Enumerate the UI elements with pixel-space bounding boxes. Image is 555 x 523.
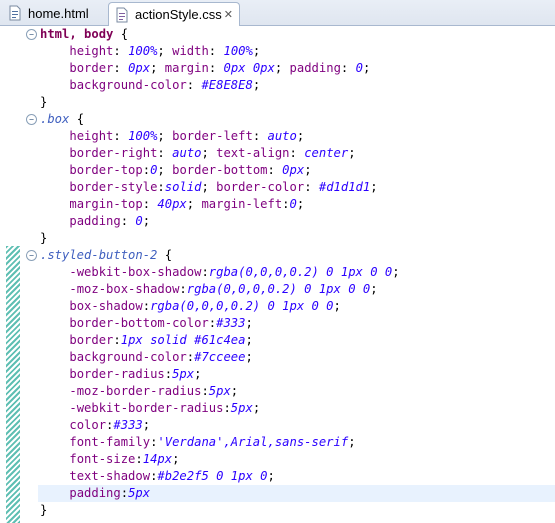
fold-toggle-icon[interactable]: − [26,29,37,40]
change-marker-bar [6,246,20,523]
editor-tab-bar: home.html actionStyle.css ✕ [0,0,555,26]
fold-toggle-icon[interactable]: − [26,114,37,125]
code-line[interactable]: margin-top: 40px; margin-left:0; [40,196,304,213]
code-line[interactable]: background-color:#7cceee; [40,349,252,366]
code-line[interactable]: border: 0px; margin: 0px 0px; padding: 0… [40,60,370,77]
code-line[interactable]: border:1px solid #61c4ea; [40,332,252,349]
code-line[interactable]: color:#333; [40,417,150,434]
code-line[interactable]: -webkit-box-shadow:rgba(0,0,0,0.2) 0 1px… [40,264,399,281]
close-tab-icon[interactable]: ✕ [224,8,233,21]
code-line[interactable]: height: 100%; border-left: auto; [40,128,304,145]
tab-label: home.html [28,5,89,21]
css-file-icon [116,7,128,22]
code-line[interactable]: } [40,502,47,519]
code-line[interactable]: border-style:solid; border-color: #d1d1d… [40,179,377,196]
html-file-icon [9,5,21,21]
code-line[interactable]: text-shadow:#b2e2f5 0 1px 0; [40,468,274,485]
code-line[interactable]: height: 100%; width: 100%; [40,43,260,60]
code-line[interactable]: -moz-box-shadow:rgba(0,0,0,0.2) 0 1px 0 … [40,281,377,298]
fold-toggle-icon[interactable]: − [26,250,37,261]
code-line[interactable]: font-family:'Verdana',Arial,sans-serif; [40,434,355,451]
code-line[interactable]: background-color: #E8E8E8; [40,77,260,94]
code-line[interactable]: padding: 0; [40,213,150,230]
code-line[interactable]: padding:5px [40,485,150,502]
code-line[interactable]: .box { [40,111,84,128]
code-line[interactable]: -webkit-border-radius:5px; [40,400,260,417]
code-line[interactable]: border-right: auto; text-align: center; [40,145,355,162]
code-line[interactable]: } [40,230,47,247]
code-line[interactable]: box-shadow:rgba(0,0,0,0.2) 0 1px 0 0; [40,298,341,315]
code-editor[interactable]: html, body {− height: 100%; width: 100%;… [0,26,555,523]
code-line[interactable]: -moz-border-radius:5px; [40,383,238,400]
code-line[interactable]: html, body { [40,26,128,43]
code-line[interactable]: } [40,94,47,111]
tab-label: actionStyle.css [135,7,222,22]
code-line[interactable]: font-size:14px; [40,451,179,468]
tab-home-html[interactable]: home.html [2,2,105,24]
code-line[interactable]: border-radius:5px; [40,366,201,383]
code-line[interactable]: border-bottom-color:#333; [40,315,252,332]
tab-actionstyle-css[interactable]: actionStyle.css ✕ [108,2,240,26]
code-line[interactable]: .styled-button-2 { [40,247,172,264]
code-line[interactable]: border-top:0; border-bottom: 0px; [40,162,311,179]
